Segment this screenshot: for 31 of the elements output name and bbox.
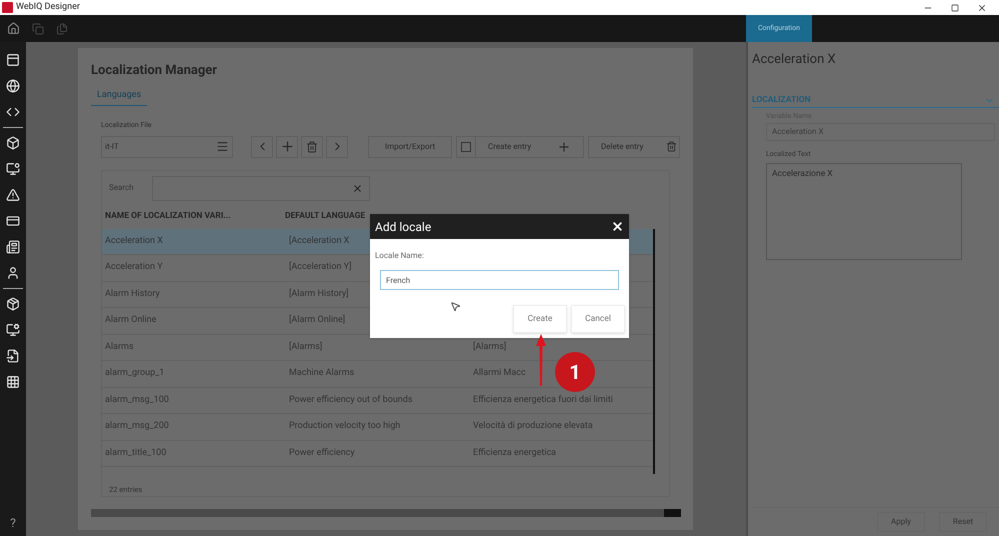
table-cell: alarm_title_100 [105, 448, 166, 458]
column-header: NAME OF LOCALIZATION VARI... [105, 210, 232, 222]
table-cell-text: Efficienza energetica fuori dai limiti [473, 394, 613, 406]
table-cell: [Alarms] [289, 342, 322, 352]
dialog-title: Add locale [375, 218, 432, 236]
table-cell: [Acceleration X [289, 236, 350, 246]
table-cell: Acceleration Y [105, 262, 163, 272]
locale-name-label: Locale Name: [375, 250, 425, 262]
table-cell: Machine Alarms [289, 368, 354, 378]
table-cell-text: [Alarms] [473, 340, 506, 354]
table-cell: [Alarm Online] [289, 315, 346, 325]
table-cell: Alarm History [105, 288, 160, 298]
table-cell: Alarms [105, 342, 134, 352]
table-cell: alarm_msg_100 [105, 394, 169, 404]
table-cell: [Acceleration Y] [289, 262, 352, 272]
table-cell: Production velocity too high [289, 421, 400, 431]
table-cell: Alarm Online [105, 315, 156, 325]
table-cell: alarm_msg_200 [105, 421, 169, 431]
table-cell-text: Efficienza energetica [473, 446, 556, 460]
window-title: WebIQ Designer [16, 0, 80, 14]
table-cell: alarm_group_1 [105, 368, 164, 378]
table-cell: [Alarm History] [289, 288, 349, 298]
table-cell: Power efficiency out of bounds [289, 394, 412, 404]
config-title: Acceleration X [752, 51, 837, 69]
table-cell: Power efficiency [289, 448, 355, 458]
search-label: Search [109, 182, 135, 194]
manager-title: Localization Manager [91, 62, 218, 80]
table-cell-text: Velocità di produzione elevata [473, 420, 593, 433]
table-cell-text: Allarmi Macc [473, 367, 526, 380]
table-cell: Acceleration X [105, 236, 163, 246]
column-header: DEFAULT LANGUAGE [285, 210, 366, 222]
